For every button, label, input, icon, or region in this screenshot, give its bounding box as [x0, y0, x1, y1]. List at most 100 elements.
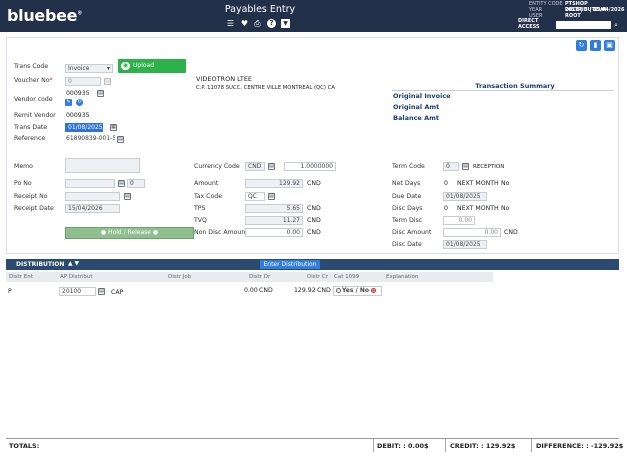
upload-document-button[interactable]: ◉ Upload document	[118, 59, 186, 83]
radio-yes[interactable]	[336, 288, 341, 293]
cat-1099-toggle[interactable]: Yes / No	[333, 286, 382, 296]
distribution-title: DISTRIBUTION	[16, 261, 65, 268]
hold-release-button[interactable]: ● Hold / Release ●	[65, 227, 194, 239]
debit-total: DEBIT: : 0.00$	[377, 442, 429, 450]
due-date-label: Due Date	[392, 193, 422, 200]
col-ap-distribut: AP Distribut	[60, 274, 93, 280]
receipt-date-input[interactable]: 15/04/2026	[65, 204, 120, 213]
transaction-summary-title: Transaction Summary	[475, 82, 555, 90]
vendor-name: VIDEOTRON LTEE	[196, 75, 253, 83]
original-amt-label: Original Amt	[393, 103, 440, 111]
term-disc-input[interactable]: 0.00	[443, 216, 475, 225]
required-marker: *	[49, 77, 53, 84]
heart-icon[interactable]: ♥	[240, 19, 249, 28]
vendor-lookup-icon[interactable]: ▤	[97, 90, 104, 97]
memo-label: Memo	[14, 163, 33, 170]
amount-input[interactable]: 129.92	[245, 179, 303, 188]
row-account-input[interactable]: 20100	[59, 287, 96, 296]
credit-total: CREDIT: : 129.92$	[450, 442, 516, 450]
col-distr-job: Distr Job	[168, 274, 192, 280]
row-ent: P	[8, 288, 12, 295]
direct-access-input[interactable]	[556, 21, 611, 29]
non-disc-amount-input[interactable]: 0.00	[245, 228, 303, 237]
trans-date-label: Trans Date	[14, 124, 48, 131]
tax-code-input[interactable]: QC	[245, 192, 265, 201]
disc-amount-input[interactable]: 0.00	[443, 228, 501, 237]
col-distr-dr: Distr Dr	[249, 274, 271, 280]
po-no-value[interactable]: 0	[127, 179, 145, 188]
collapse-arrows[interactable]: ▲ ▼	[68, 260, 79, 267]
due-date-input[interactable]: 01/08/2025	[443, 192, 487, 201]
term-code-desc: RECEPTION	[473, 164, 505, 170]
enter-distribution-button[interactable]: Enter Distribution	[260, 260, 320, 269]
currency-lookup-icon[interactable]: ▤	[268, 163, 275, 170]
distribution-table-header: Distr Ent AP Distribut Distr Job Distr D…	[6, 272, 493, 282]
vendor-code-label: Vendor code	[14, 96, 53, 103]
reference-input[interactable]: 61890839-001-5	[65, 135, 115, 144]
footer-divider	[6, 438, 619, 439]
vendor-address: C.P. 11078 SUCC. CENTRE VILLE MONTREAL (…	[196, 85, 335, 91]
chevron-up-icon[interactable]: ▲	[68, 260, 73, 267]
delete-button[interactable]: ▮	[590, 40, 601, 51]
calendar-icon[interactable]: ▦	[110, 124, 117, 131]
po-lookup-icon[interactable]: ▤	[118, 180, 125, 187]
receipt-no-input[interactable]	[65, 192, 120, 201]
chevron-down-icon[interactable]: ▼	[75, 260, 80, 267]
tax-lookup-icon[interactable]: ▤	[268, 193, 275, 200]
distribution-bar: DISTRIBUTION ▲ ▼ Enter Distribution	[6, 259, 619, 270]
tps-currency: CND	[307, 205, 321, 212]
trans-date-input[interactable]: 01/08/2025	[65, 123, 103, 132]
reference-label: Reference	[14, 135, 46, 142]
totals-label: TOTALS:	[9, 442, 40, 450]
memo-input[interactable]	[65, 158, 140, 173]
disc-days-no: No	[501, 205, 510, 212]
chevron-down-icon: ▾	[106, 65, 110, 72]
radio-no[interactable]	[371, 288, 377, 293]
search-icon[interactable]: ⌕	[614, 21, 622, 29]
tvq-input[interactable]: 11.27	[245, 216, 303, 225]
help-icon[interactable]: ?	[267, 19, 276, 28]
col-distr-cr: Distr Cr	[307, 274, 328, 280]
row-dr: 0.00	[244, 287, 258, 294]
user-value: ROOT	[565, 13, 581, 19]
top-bar: bluebee® Payables Entry ☰ ♥ ⎙ ? ▼ ENTITY…	[0, 0, 627, 32]
refresh-icon[interactable]: ↻	[76, 99, 83, 106]
net-days-value: 0	[444, 180, 448, 187]
row-account-desc: CAP	[111, 289, 124, 296]
tps-input[interactable]: 5.65	[245, 204, 303, 213]
exchange-rate-input[interactable]: 1.0000000	[284, 162, 336, 171]
eye-icon: ◉	[121, 62, 130, 70]
list-icon[interactable]: ☰	[226, 19, 235, 28]
term-lookup-icon[interactable]: ▤	[462, 163, 469, 170]
po-no-label: Po No	[14, 180, 32, 187]
print-icon[interactable]: ⎙	[253, 19, 262, 28]
currency-code-input[interactable]: CND	[245, 162, 265, 171]
disc-amount-currency: CND	[504, 229, 518, 236]
trans-code-select[interactable]: Invoice ▾	[65, 64, 113, 73]
calendar-icon: ▤	[104, 78, 111, 85]
difference-total: DIFFERENCE: : -129.92$	[536, 442, 624, 450]
voucher-no-input[interactable]: 0	[65, 77, 101, 86]
reference-lookup-icon[interactable]: ▤	[117, 136, 124, 143]
po-no-input[interactable]	[65, 179, 115, 188]
term-code-label: Term Code	[392, 163, 425, 170]
non-disc-amount-label: Non Disc Amount	[194, 229, 248, 236]
tax-code-label: Tax Code	[194, 193, 223, 200]
disc-date-input[interactable]: 01/08/2025	[443, 240, 487, 249]
save-button[interactable]: ▣	[604, 40, 615, 51]
disc-days-desc: NEXT MONTH	[457, 205, 499, 212]
term-code-input[interactable]: 0	[443, 162, 459, 171]
receipt-lookup-icon[interactable]: ▤	[124, 193, 131, 200]
footer-separator	[445, 439, 446, 452]
edit-icon[interactable]: ✎	[65, 99, 72, 106]
app-logo[interactable]: bluebee®	[7, 6, 82, 25]
refresh-button[interactable]: ↻	[576, 40, 587, 51]
download-icon[interactable]: ▼	[281, 19, 290, 28]
no-label: No	[359, 287, 369, 294]
footer-separator	[373, 439, 374, 452]
account-lookup-icon[interactable]: ▤	[98, 288, 105, 295]
row-cr: 129.92	[294, 287, 316, 294]
net-days-label: Net Days	[392, 180, 421, 187]
direct-access-label: DIRECT ACCESS	[518, 18, 540, 30]
remit-vendor-value: 000935	[66, 112, 90, 119]
